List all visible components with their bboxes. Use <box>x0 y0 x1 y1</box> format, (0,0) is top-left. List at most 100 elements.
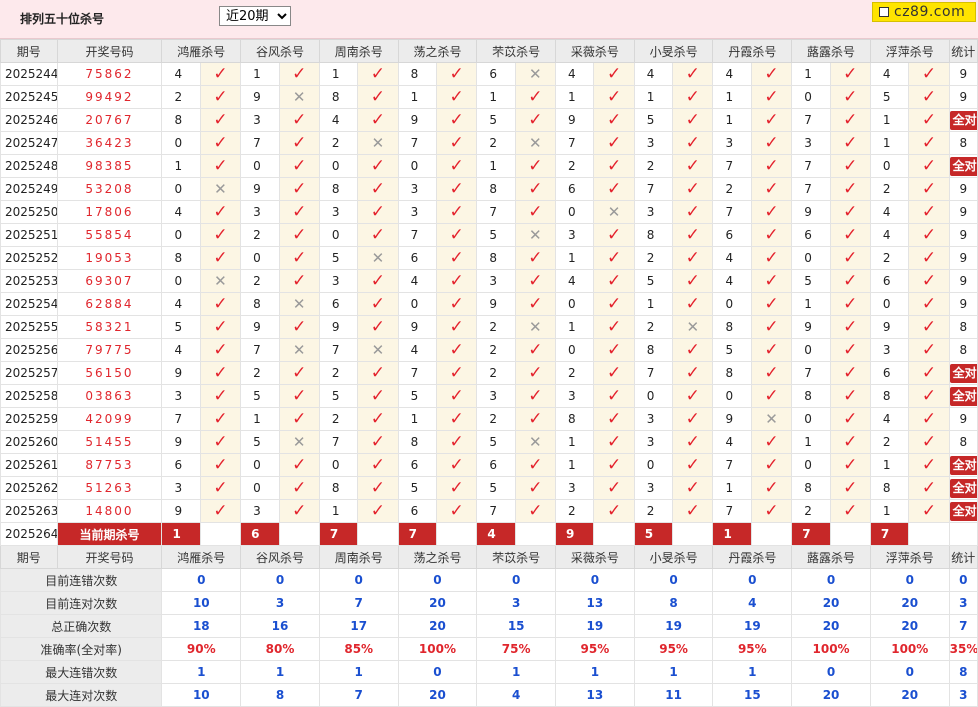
check-icon: ✓ <box>449 225 464 245</box>
prediction-spacer <box>199 522 242 546</box>
correct-count: 8 <box>959 343 968 357</box>
result-cell: ✓ <box>435 476 478 500</box>
stats-value: 0 <box>555 568 635 592</box>
stats-row: 总正确次数 18 16 17 20 15 19 19 19 20 20 7 <box>0 614 978 638</box>
correct-count: 8 <box>959 136 968 150</box>
kill-digit: 3 <box>712 131 752 155</box>
kill-digit: 8 <box>555 407 595 431</box>
check-icon: ✓ <box>685 386 700 406</box>
period-select[interactable]: 近20期 <box>219 6 291 26</box>
issue-number: 2025248 <box>0 154 58 178</box>
kill-digit: 8 <box>633 223 674 247</box>
kill-digit: 0 <box>869 154 910 178</box>
stats-total: 7 <box>948 614 978 638</box>
row-stat: 9 <box>948 177 978 201</box>
stats-value: 0 <box>712 568 793 592</box>
kill-digit: 2 <box>555 154 595 178</box>
check-icon: ✓ <box>528 501 543 521</box>
stats-value: 1 <box>712 660 793 684</box>
kill-digit: 8 <box>161 246 201 270</box>
check-icon: ✓ <box>685 202 700 222</box>
col-header-winning: 开奖号码 <box>56 545 163 569</box>
kill-digit: 9 <box>712 407 752 431</box>
result-cell: ✓ <box>593 62 635 86</box>
check-icon: ✓ <box>921 110 937 130</box>
kill-digit: 6 <box>712 223 752 247</box>
row-stat: 全对 <box>948 453 978 477</box>
predicted-kill-digit: 7 <box>318 522 359 546</box>
kill-digit: 3 <box>633 131 674 155</box>
result-cell: ✓ <box>357 85 399 109</box>
kill-digit: 0 <box>633 384 674 408</box>
check-icon: ✓ <box>528 409 543 429</box>
issue-number: 2025246 <box>0 108 58 132</box>
check-icon: ✓ <box>213 110 228 130</box>
result-cell: ✓ <box>750 200 793 224</box>
stats-value: 0 <box>791 660 871 684</box>
check-icon: ✓ <box>764 225 779 245</box>
kill-digit: 9 <box>240 177 280 201</box>
winning-number: 87753 <box>56 453 163 477</box>
winning-number: 17806 <box>56 200 163 224</box>
cross-icon: ✕ <box>292 341 306 359</box>
check-icon: ✓ <box>843 202 858 222</box>
check-icon: ✓ <box>528 87 543 107</box>
result-cell: ✓ <box>357 407 399 431</box>
kill-digit: 5 <box>240 430 280 454</box>
check-icon: ✓ <box>213 225 228 245</box>
stats-value: 19 <box>633 614 714 638</box>
col-header-kill-group: 芣苡杀号 <box>476 39 557 63</box>
result-cell: ✓ <box>908 430 950 454</box>
site-logo[interactable]: cz89.com <box>872 2 976 22</box>
prediction-spacer <box>435 522 478 546</box>
check-icon: ✓ <box>843 317 858 337</box>
kill-digit: 9 <box>161 361 201 385</box>
result-cell: ✓ <box>199 246 242 270</box>
check-icon: ✓ <box>606 110 622 130</box>
result-cell: ✕ <box>357 246 399 270</box>
row-stat: 全对 <box>948 499 978 523</box>
winning-number: 42099 <box>56 407 163 431</box>
issue-number: 2025259 <box>0 407 58 431</box>
kill-digit: 8 <box>240 292 280 316</box>
kill-digit: 4 <box>555 62 595 86</box>
stats-value: 20 <box>869 591 950 615</box>
cross-icon: ✕ <box>529 318 542 336</box>
kill-digit: 1 <box>555 246 595 270</box>
kill-digit: 7 <box>712 453 752 477</box>
result-cell: ✓ <box>435 62 478 86</box>
draw-row: 2025253 69307 0 ✕ 2 ✓ 3 ✓ 4 ✓ 3 ✓ 4 ✓ 5 ✓ 4 ✓ 5 ✓ 6 ✓ 9 <box>0 269 978 293</box>
result-cell: ✓ <box>593 407 635 431</box>
check-icon: ✓ <box>921 294 937 314</box>
kill-digit: 0 <box>633 453 674 477</box>
kill-digit: 1 <box>791 292 831 316</box>
kill-digit: 7 <box>476 200 516 224</box>
stats-total: 35% <box>948 637 978 661</box>
result-cell: ✕ <box>672 315 714 339</box>
check-icon: ✓ <box>843 478 858 498</box>
check-icon: ✓ <box>370 271 386 291</box>
check-icon: ✓ <box>528 363 543 383</box>
issue-number: 2025255 <box>0 315 58 339</box>
check-icon: ✓ <box>213 478 228 498</box>
correct-count: 9 <box>959 412 968 426</box>
kill-digit: 8 <box>318 177 359 201</box>
result-cell: ✓ <box>199 85 242 109</box>
result-cell: ✓ <box>750 315 793 339</box>
result-cell: ✓ <box>672 407 714 431</box>
check-icon: ✓ <box>213 455 228 475</box>
issue-number: 2025256 <box>0 338 58 362</box>
correct-count: 9 <box>959 297 968 311</box>
stats-value: 0 <box>476 568 557 592</box>
check-icon: ✓ <box>843 156 858 176</box>
check-icon: ✓ <box>685 340 700 360</box>
kill-digit: 2 <box>318 407 359 431</box>
result-cell: ✓ <box>593 177 635 201</box>
prediction-spacer <box>829 522 871 546</box>
result-cell: ✓ <box>514 154 557 178</box>
kill-digit: 2 <box>633 246 674 270</box>
check-icon: ✓ <box>370 409 386 429</box>
result-cell: ✓ <box>199 338 242 362</box>
check-icon: ✓ <box>528 294 543 314</box>
col-header-kill-group: 蕗露杀号 <box>791 545 871 569</box>
